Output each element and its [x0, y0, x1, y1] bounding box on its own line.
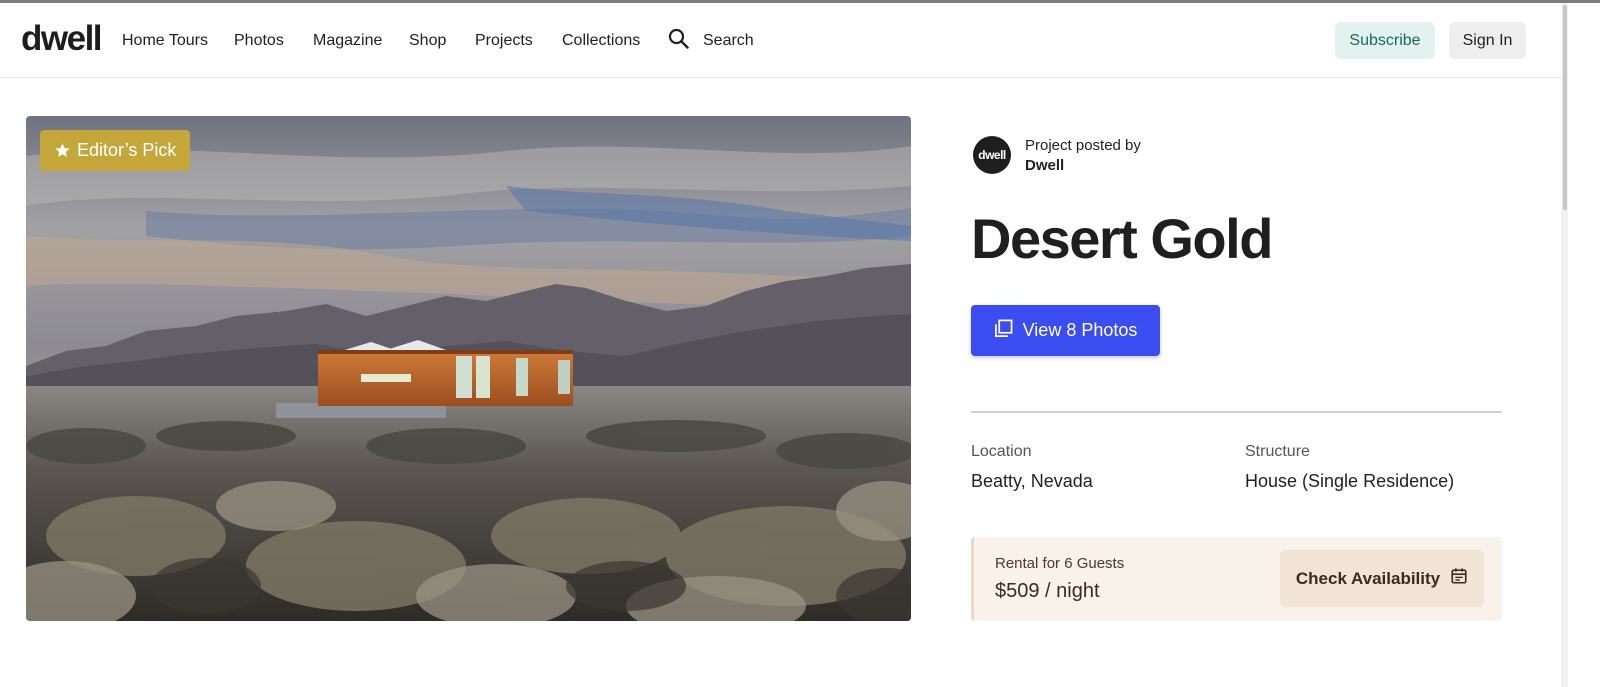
view-photos-button[interactable]: View 8 Photos — [971, 305, 1160, 356]
sign-in-button[interactable]: Sign In — [1449, 22, 1526, 59]
hero-photo[interactable]: Editor’s Pick — [26, 116, 911, 621]
author-name-link[interactable]: Dwell — [1025, 157, 1141, 174]
editors-pick-badge: Editor’s Pick — [40, 130, 191, 171]
desert-house-photo — [26, 116, 911, 621]
nav-magazine[interactable]: Magazine — [313, 32, 382, 50]
structure-value: House (Single Residence) — [1245, 471, 1455, 491]
project-author[interactable]: dwell Project posted by Dwell — [973, 136, 1141, 174]
scrollbar-thumb[interactable] — [1563, 5, 1567, 210]
dwell-logo[interactable]: dwell — [21, 21, 103, 56]
site-header: dwell Home Tours Photos Magazine Shop Pr… — [0, 3, 1568, 78]
star-icon — [54, 142, 71, 159]
details-divider — [971, 411, 1502, 413]
calendar-icon — [1450, 567, 1468, 590]
rental-guests-label: Rental for 6 Guests — [995, 555, 1125, 572]
subscribe-button[interactable]: Subscribe — [1335, 22, 1435, 59]
search-icon — [668, 28, 689, 54]
location-value: Beatty, Nevada — [971, 471, 1093, 491]
gallery-icon — [994, 319, 1013, 343]
nav-projects[interactable]: Projects — [475, 32, 533, 50]
nav-photos[interactable]: Photos — [234, 32, 284, 50]
search-button[interactable]: Search — [668, 28, 754, 54]
view-photos-label: View 8 Photos — [1022, 320, 1138, 340]
nav-home-tours[interactable]: Home Tours — [122, 32, 208, 50]
posted-by-label: Project posted by — [1025, 136, 1141, 154]
project-title: Desert Gold — [971, 207, 1273, 270]
nav-shop[interactable]: Shop — [409, 32, 446, 50]
nav-collections[interactable]: Collections — [562, 32, 640, 50]
rental-price: $509 / night — [995, 580, 1100, 602]
check-availability-label: Check Availability — [1295, 568, 1441, 588]
author-avatar[interactable]: dwell — [973, 136, 1011, 174]
editors-pick-label: Editor’s Pick — [77, 140, 177, 160]
check-availability-button[interactable]: Check Availability — [1280, 550, 1484, 607]
rental-panel: Rental for 6 Guests $509 / night Check A… — [971, 537, 1502, 621]
structure-label: Structure — [1245, 443, 1310, 460]
search-label: Search — [703, 32, 754, 49]
location-label: Location — [971, 443, 1032, 460]
